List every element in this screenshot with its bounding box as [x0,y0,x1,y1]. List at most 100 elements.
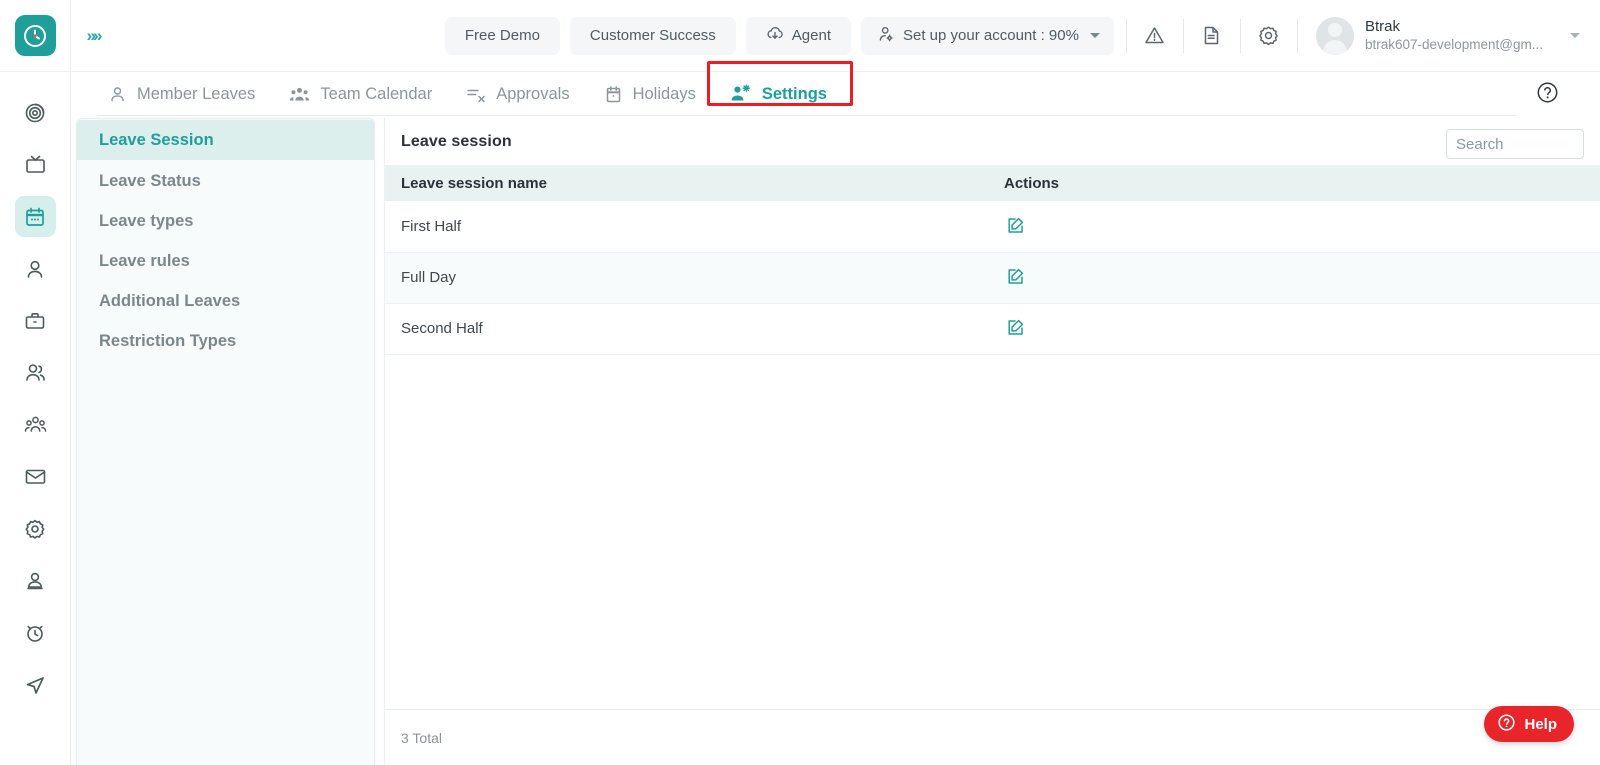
subnav-item-additional-leaves[interactable]: Additional Leaves [77,281,374,321]
help-circle-icon[interactable] [1535,80,1560,110]
person-gear-icon [877,25,895,47]
header-divider [1182,18,1184,53]
rail-item-gear[interactable] [15,508,56,549]
question-circle-icon [1497,713,1516,736]
table-header: Leave session name Actions [385,165,1600,201]
calendar-icon [24,206,46,228]
tab-settings-wrapper: Settings [706,61,853,116]
subnav-label: Leave rules [99,251,190,270]
free-demo-label: Free Demo [464,27,540,44]
briefcase-icon [24,310,46,332]
user-email: btrak607-development@gm... [1364,37,1543,52]
tab-settings[interactable]: Settings [713,72,844,116]
leave-session-panel: Leave session Leave session name Actions… [384,118,1600,765]
edit-icon[interactable] [1004,265,1026,287]
rail-item-mail[interactable] [15,456,56,497]
cell-leave-session-name: Full Day [385,252,988,304]
list-check-icon [466,85,486,104]
subnav-item-restriction-types[interactable]: Restriction Types [77,321,374,361]
gear-icon[interactable] [1243,11,1295,61]
subnav-label: Leave types [99,211,194,230]
table-header-row: Leave session name Actions [385,165,1600,201]
table-row[interactable]: Second Half [385,303,1600,355]
warning-triangle-icon[interactable] [1129,11,1181,61]
rail-item-users[interactable] [15,352,56,393]
setup-account-button[interactable]: Set up your account : 90% [861,16,1114,55]
table-row[interactable]: Full Day [385,252,1600,304]
people-gear-icon [730,84,752,104]
rail-item-alarm-clock[interactable] [15,612,56,653]
chevron-down-icon[interactable] [1570,33,1580,38]
calendar-icon [604,85,623,104]
rail-item-briefcase[interactable] [15,300,56,341]
gear-icon [24,518,46,540]
table-row[interactable]: First Half [385,201,1600,253]
table-empty-space [385,354,1600,709]
edit-icon[interactable] [1004,316,1026,338]
help-widget-button[interactable]: Help [1484,706,1574,742]
group-icon [289,85,310,104]
user-name: Btrak [1364,18,1400,35]
help-label: Help [1524,715,1557,733]
subnav-label: Additional Leaves [99,291,241,310]
person-icon [108,85,127,104]
rail-item-person[interactable] [15,248,56,289]
column-header-leave-session-name: Leave session name [385,165,988,201]
rail-item-send[interactable] [15,664,56,705]
leave-session-table: Leave session name Actions First Half Fu… [385,165,1600,355]
tv-monitor-icon [24,153,47,176]
subnav-label: Leave Status [99,171,201,190]
app-logo-container[interactable] [0,0,71,72]
spiral-target-icon [24,102,46,124]
user-text: Btrak btrak607-development@gm... [1365,17,1543,54]
send-paper-plane-icon [24,674,46,696]
tab-team-calendar[interactable]: Team Calendar [272,72,449,116]
cell-actions [988,303,1600,355]
search-input[interactable] [1446,129,1584,159]
tab-label: Member Leaves [137,84,256,103]
cell-actions [988,252,1600,304]
tab-label: Holidays [632,84,696,103]
tab-label: Settings [761,84,827,103]
subnav-label: Leave Session [99,130,214,149]
tab-holidays[interactable]: Holidays [587,72,713,116]
subnav-item-leave-types[interactable]: Leave types [77,201,374,241]
rail-item-team-group[interactable] [15,404,56,445]
edit-icon[interactable] [1004,214,1026,236]
clock-logo-icon[interactable] [14,15,56,56]
subnav-item-leave-session[interactable]: Leave Session [77,120,374,160]
tab-approvals[interactable]: Approvals [449,72,586,116]
mail-icon [24,465,47,488]
subnav-item-leave-status[interactable]: Leave Status [77,161,374,201]
download-cloud-icon [766,25,784,47]
cell-actions [988,201,1600,253]
main-tab-bar: Member Leaves Team Calendar Approvals Ho… [71,61,1600,116]
customer-success-label: Customer Success [589,27,716,44]
free-demo-button[interactable]: Free Demo [444,16,560,55]
alarm-clock-icon [24,622,46,644]
page-title: Leave session [401,132,512,150]
users-icon [24,361,47,384]
chevron-down-icon[interactable] [1089,33,1100,38]
subnav-item-leave-rules[interactable]: Leave rules [77,241,374,281]
agent-button[interactable]: Agent [745,16,851,55]
rail-item-person-card[interactable] [15,560,56,601]
tab-label: Team Calendar [320,84,433,103]
panel-footer: 3 Total [385,709,1600,765]
expand-sidebar-icon[interactable]: »» [71,26,115,46]
rail-item-spiral-target[interactable] [15,92,56,133]
panel-header: Leave session [385,118,1600,165]
rail-item-tv-monitor[interactable] [15,144,56,185]
document-icon[interactable] [1186,11,1238,61]
person-card-icon [24,570,46,592]
header-divider [1296,18,1298,53]
customer-success-button[interactable]: Customer Success [569,16,736,55]
rail-item-calendar[interactable] [14,196,56,237]
settings-subnav: Leave Session Leave Status Leave types L… [76,118,375,765]
user-menu[interactable]: Btrak btrak607-development@gm... [1300,16,1600,55]
column-header-actions: Actions [988,165,1600,201]
team-group-icon [24,413,47,436]
table-body: First Half Full Day Second Half [385,201,1600,355]
tab-member-leaves[interactable]: Member Leaves [91,72,272,116]
cell-leave-session-name: First Half [385,201,988,253]
